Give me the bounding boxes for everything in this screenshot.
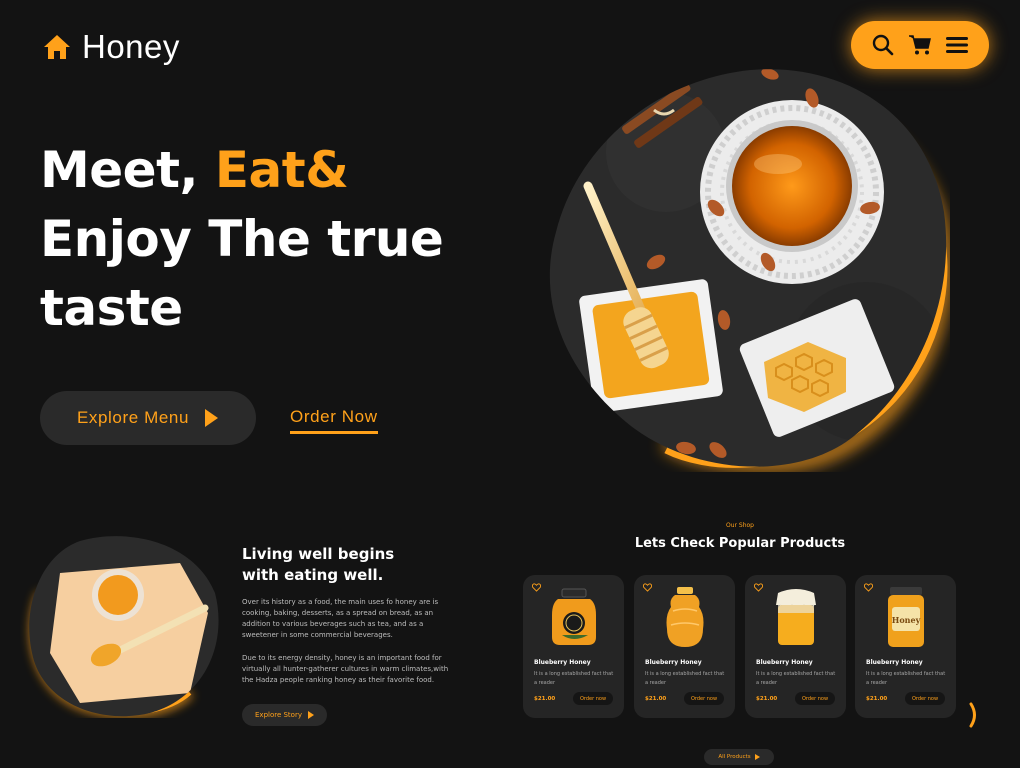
story-paragraph-1: Over its history as a food, the main use… xyxy=(242,598,439,639)
product-card[interactable]: Blueberry Honey It is a long established… xyxy=(523,575,624,718)
honey-bottle-image xyxy=(666,587,704,647)
story-honey-image xyxy=(29,536,219,718)
product-card[interactable]: Blueberry Honey It is a long established… xyxy=(634,575,735,718)
order-now-link[interactable]: Order Now xyxy=(290,407,378,434)
home-icon xyxy=(44,35,70,59)
honey-jar-image xyxy=(776,589,816,645)
scroll-right-icon[interactable] xyxy=(969,702,979,728)
product-desc: It is a long established fact that a rea… xyxy=(866,671,946,686)
honey-jar-image xyxy=(552,588,596,645)
heart-icon[interactable] xyxy=(754,583,763,592)
heart-icon[interactable] xyxy=(532,583,541,592)
play-icon xyxy=(754,754,760,760)
order-now-button[interactable]: Order now xyxy=(684,692,724,705)
product-card[interactable]: Honey Blueberry Honey It is a long estab… xyxy=(855,575,956,718)
product-price: $21.00 xyxy=(756,696,778,702)
product-price: $21.00 xyxy=(534,696,556,702)
jar-label-text: Honey xyxy=(892,615,921,625)
explore-menu-label: Explore Menu xyxy=(76,408,190,427)
menu-icon[interactable] xyxy=(945,33,969,57)
product-name: Blueberry Honey xyxy=(866,659,923,666)
shop-title: Lets Check Popular Products xyxy=(634,536,846,551)
product-price: $21.00 xyxy=(645,696,667,702)
all-products-label: All Products xyxy=(718,754,751,760)
hero-title-line3: taste xyxy=(40,279,183,337)
logo[interactable]: Honey xyxy=(42,28,180,66)
hero-title-accent: Eat& xyxy=(214,141,349,199)
story-title-line1: Living well begins xyxy=(242,545,395,563)
product-name: Blueberry Honey xyxy=(756,659,813,666)
product-price: $21.00 xyxy=(866,696,888,702)
story-paragraph-2: Due to its energy density, honey is an i… xyxy=(242,654,449,684)
product-card[interactable]: Blueberry Honey It is a long established… xyxy=(745,575,846,718)
explore-story-button[interactable]: Explore Story xyxy=(242,704,327,726)
honey-label-jar-image: Honey xyxy=(888,587,924,647)
search-icon[interactable] xyxy=(871,33,895,57)
order-now-button[interactable]: Order now xyxy=(905,692,945,705)
heart-icon[interactable] xyxy=(864,583,873,592)
heart-icon[interactable] xyxy=(643,583,652,592)
hero-title: Meet, Eat& Enjoy The true taste xyxy=(40,136,444,343)
product-desc: It is a long established fact that a rea… xyxy=(534,671,614,686)
product-name: Blueberry Honey xyxy=(645,659,702,666)
hero-title-line1: Meet, xyxy=(40,141,215,199)
product-desc: It is a long established fact that a rea… xyxy=(756,671,836,686)
story-title: Living well begins with eating well. xyxy=(242,544,442,586)
hero-honey-image xyxy=(549,69,950,471)
explore-menu-button[interactable]: Explore Menu xyxy=(40,391,256,445)
all-products-button[interactable]: All Products xyxy=(704,749,774,765)
explore-story-label: Explore Story xyxy=(255,711,302,719)
shop-kicker: Our Shop xyxy=(726,522,754,529)
product-desc: It is a long established fact that a rea… xyxy=(645,671,725,686)
cart-icon[interactable] xyxy=(908,33,932,57)
story-title-line2: with eating well. xyxy=(242,566,384,584)
order-now-button[interactable]: Order now xyxy=(795,692,835,705)
play-icon xyxy=(307,711,314,719)
play-icon xyxy=(205,409,219,427)
brand-name: Honey xyxy=(82,28,180,65)
hero-title-line2: Enjoy The true xyxy=(40,210,444,268)
product-name: Blueberry Honey xyxy=(534,659,591,666)
order-now-button[interactable]: Order now xyxy=(573,692,613,705)
